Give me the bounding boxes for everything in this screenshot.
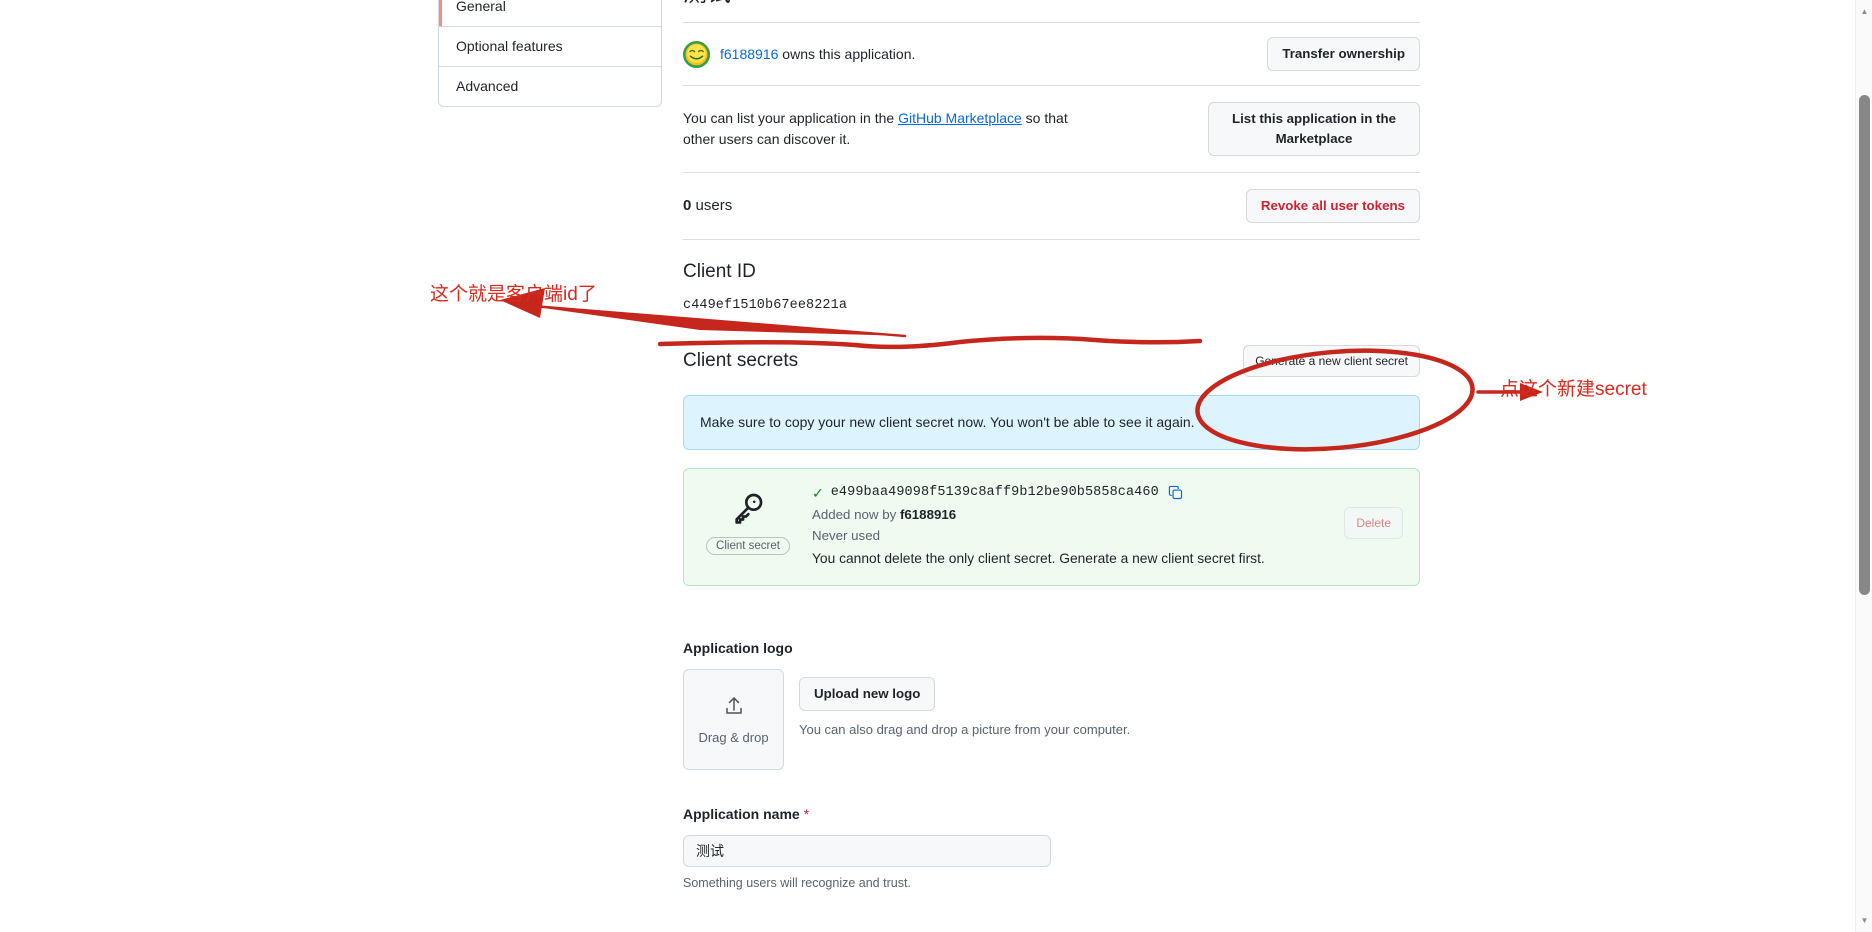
application-name-input[interactable]	[683, 835, 1051, 867]
client-secret-delete-note: You cannot delete the only client secret…	[812, 551, 1265, 566]
client-secret-value-row: ✓ e499baa49098f5139c8aff9b12be90b5858ca4…	[812, 485, 1328, 500]
logo-dropzone-text: Drag & drop	[698, 730, 769, 745]
annotation-note-right: 点这个新建secret	[1500, 379, 1647, 400]
owner-info: f6188916 owns this application.	[683, 40, 915, 68]
added-prefix: Added now by	[812, 507, 900, 522]
owner-suffix: owns this application.	[778, 45, 916, 62]
client-secret-last-used: Never used	[812, 528, 880, 543]
users-row: 0 users Revoke all user tokens	[683, 173, 1420, 239]
sidebar-item-label: Optional features	[456, 38, 563, 54]
owner-row: f6188916 owns this application. Transfer…	[683, 23, 1420, 85]
client-secrets-heading: Client secrets	[683, 350, 799, 371]
marketplace-row: You can list your application in the Git…	[683, 86, 1420, 172]
application-logo-label: Application logo	[683, 640, 793, 656]
check-icon: ✓	[812, 484, 824, 501]
sidebar-item-optional-features[interactable]: Optional features	[439, 27, 661, 67]
client-id-section: Client ID c449ef1510b67ee8221a	[683, 240, 1420, 327]
client-secret-flash-message: Make sure to copy your new client secret…	[683, 395, 1420, 450]
logo-upload-hint: You can also drag and drop a picture fro…	[799, 722, 1131, 737]
sidebar-item-label: General	[456, 0, 506, 14]
application-name-label-text: Application name	[683, 806, 800, 822]
marketplace-text-before: You can list your application in the	[683, 110, 899, 126]
logo-upload-column: Upload new logo You can also drag and dr…	[799, 669, 1130, 740]
scrollbar-thumb[interactable]	[1859, 95, 1870, 595]
client-secret-value: e499baa49098f5139c8aff9b12be90b5858ca460	[830, 485, 1159, 500]
added-by-user: f6188916	[899, 507, 957, 522]
application-name-hint: Something users will recognize and trust…	[683, 876, 911, 890]
logo-dropzone[interactable]: Drag & drop	[683, 669, 784, 770]
client-secret-added-line: Added now by f6188916	[812, 504, 1328, 525]
application-logo-row: Drag & drop Upload new logo You can also…	[683, 669, 1420, 770]
vertical-scrollbar[interactable]: ▲ ▼	[1855, 0, 1872, 932]
users-count: 0 users	[683, 195, 732, 217]
sidebar-item-general[interactable]: General	[439, 0, 661, 27]
app-page: General Optional features Advanced 测试	[0, 0, 1872, 932]
settings-sidebar: General Optional features Advanced	[438, 0, 662, 107]
client-secret-actions: Delete	[1344, 485, 1403, 539]
client-secrets-header: Client secrets Generate a new client sec…	[683, 327, 1420, 389]
application-logo-section: Application logo Drag & drop Upload new …	[683, 638, 1420, 770]
avatar	[683, 40, 710, 68]
sidebar-item-label: Advanced	[456, 78, 519, 94]
client-id-value: c449ef1510b67ee8221a	[683, 298, 848, 313]
scroll-up-arrow-icon[interactable]: ▲	[1856, 3, 1872, 20]
owner-username-link[interactable]: f6188916	[720, 46, 778, 62]
required-marker: *	[803, 806, 810, 822]
delete-client-secret-button[interactable]: Delete	[1344, 507, 1403, 539]
upload-new-logo-button[interactable]: Upload new logo	[799, 677, 936, 711]
client-secret-card: Client secret ✓ e499baa49098f5139c8aff9b…	[683, 468, 1420, 586]
marketplace-description: You can list your application in the Git…	[683, 108, 1088, 150]
transfer-ownership-button[interactable]: Transfer ownership	[1267, 37, 1420, 71]
annotation-note-left: 这个就是客户端id了	[430, 284, 597, 305]
github-marketplace-link[interactable]: GitHub Marketplace	[898, 110, 1022, 126]
client-secret-icon-column: Client secret	[700, 485, 796, 555]
list-in-marketplace-button[interactable]: List this application in the Marketplace	[1208, 102, 1420, 156]
copy-icon[interactable]	[1168, 485, 1183, 500]
scroll-down-arrow-icon[interactable]: ▼	[1856, 912, 1872, 929]
client-id-heading: Client ID	[683, 261, 756, 282]
application-name-label: Application name *	[683, 804, 1420, 825]
generate-new-client-secret-button[interactable]: Generate a new client secret	[1243, 345, 1420, 377]
application-name-section: Application name * Something users will …	[683, 804, 1420, 892]
sidebar-item-advanced[interactable]: Advanced	[439, 67, 661, 106]
key-icon	[731, 491, 765, 530]
client-secret-badge: Client secret	[706, 537, 790, 555]
users-count-label: users	[691, 197, 733, 214]
client-secret-details: ✓ e499baa49098f5139c8aff9b12be90b5858ca4…	[812, 485, 1328, 569]
upload-icon	[722, 694, 746, 721]
revoke-all-user-tokens-button[interactable]: Revoke all user tokens	[1245, 189, 1420, 223]
page-title: 测试	[683, 0, 1420, 10]
owner-text: f6188916 owns this application.	[720, 44, 915, 65]
main-content: 测试 f6188916 owns this application.	[683, 0, 1420, 892]
